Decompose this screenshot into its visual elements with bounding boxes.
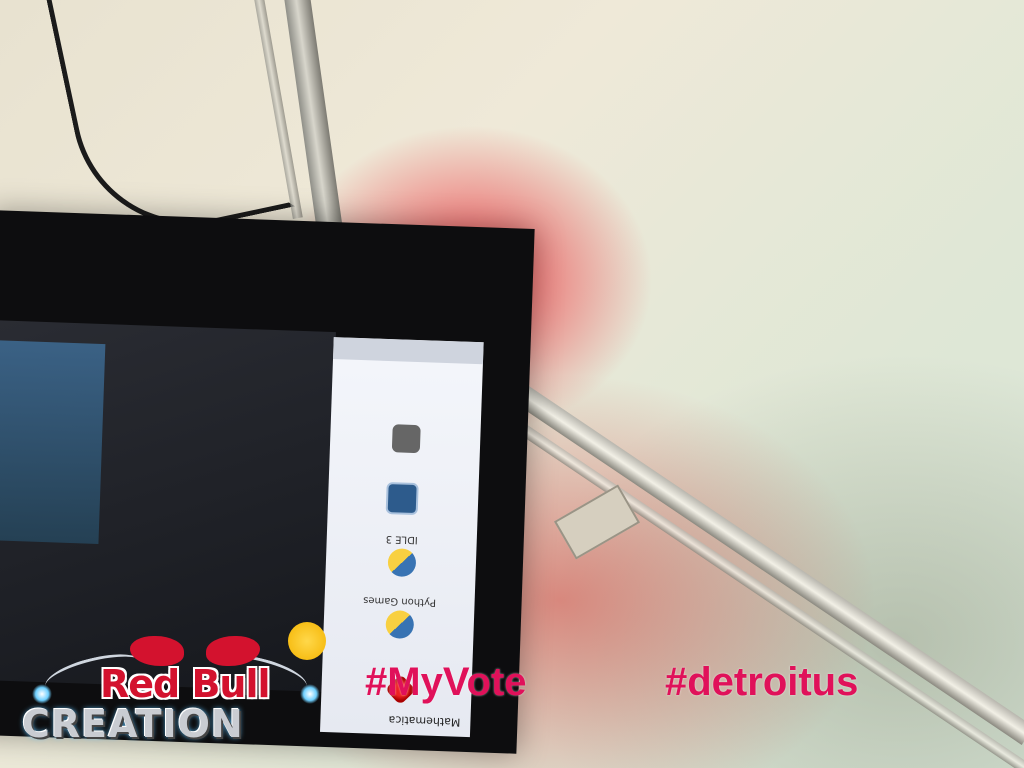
menu-item[interactable]: Python Games — [323, 580, 475, 647]
menu-item[interactable] — [330, 394, 482, 461]
red-bull-creation-logo: Red Bull CREATION — [18, 618, 328, 753]
menu-header: Mathematica — [388, 713, 461, 729]
black-cable — [45, 0, 295, 248]
python-icon — [385, 610, 415, 640]
menu-item[interactable]: IDLE 3 — [325, 518, 477, 585]
hashtag-myvote: #MyVote — [365, 660, 527, 704]
logo-creation-text: CREATION — [22, 702, 244, 746]
hashtag-detroitus: #detroitus — [665, 660, 859, 704]
monitor-blue-area — [0, 339, 106, 544]
sun-icon — [288, 622, 326, 660]
spark-icon — [32, 684, 52, 704]
python-icon — [387, 548, 417, 578]
tent-rail-lower — [513, 420, 1024, 768]
menu-item-label — [361, 419, 451, 422]
menu-item-label: Python Games — [363, 594, 437, 608]
logo-brand-text: Red Bull — [100, 662, 271, 706]
terminal-icon — [385, 482, 419, 516]
menu-item-label: IDLE 3 — [385, 533, 418, 546]
spark-icon — [300, 684, 320, 704]
menu-item[interactable] — [327, 456, 479, 523]
app-icon — [391, 424, 421, 454]
